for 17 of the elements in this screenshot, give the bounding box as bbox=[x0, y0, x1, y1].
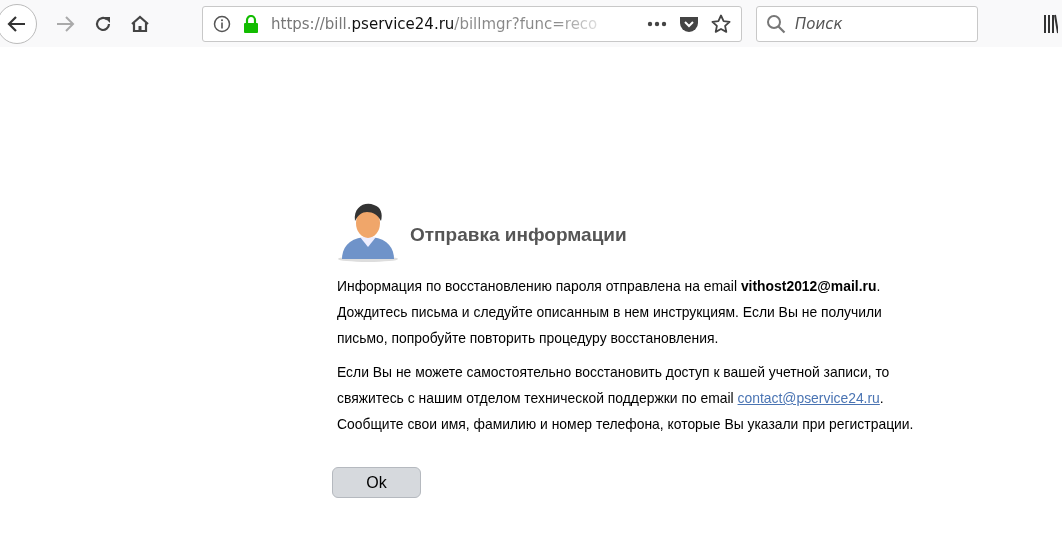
url-text: https://bill.pservice24.ru/billmgr?func=reco bbox=[271, 14, 599, 33]
search-field[interactable]: Поиск bbox=[756, 5, 978, 42]
more-icon[interactable] bbox=[647, 20, 667, 27]
star-icon[interactable] bbox=[711, 13, 731, 34]
pocket-icon[interactable] bbox=[679, 14, 699, 33]
search-icon bbox=[766, 13, 786, 34]
page-title: Отправка информации bbox=[410, 224, 627, 246]
back-button[interactable] bbox=[0, 3, 37, 44]
home-icon[interactable] bbox=[130, 13, 150, 34]
ok-button[interactable]: Ok bbox=[332, 467, 421, 498]
info-paragraph: Информация по восстановлению пароля отправлена на email vithost2012@mail.ru. Дождитесь письма и следуйте описанным в нем инструкциям. Если Вы не получили письмо, попробуйте повторить процедуру восстановления. bbox=[337, 277, 883, 348]
info-icon[interactable] bbox=[213, 14, 231, 33]
library-icon[interactable] bbox=[1044, 13, 1058, 34]
support-paragraph: Если Вы не можете самостоятельно восстановить доступ к вашей учетной записи, то свяжитесь с нашим отделом технической поддержки по email contact@pservice24.ru. Сообщите свои имя, фамилию и номер телефона, которые Вы указали при регистрации. bbox=[337, 363, 915, 434]
lock-icon bbox=[243, 14, 259, 33]
email-link[interactable]: contact@pservice24.ru bbox=[737, 390, 880, 406]
address-bar[interactable]: https://bill.pservice24.ru/billmgr?func=reco bbox=[202, 5, 742, 42]
